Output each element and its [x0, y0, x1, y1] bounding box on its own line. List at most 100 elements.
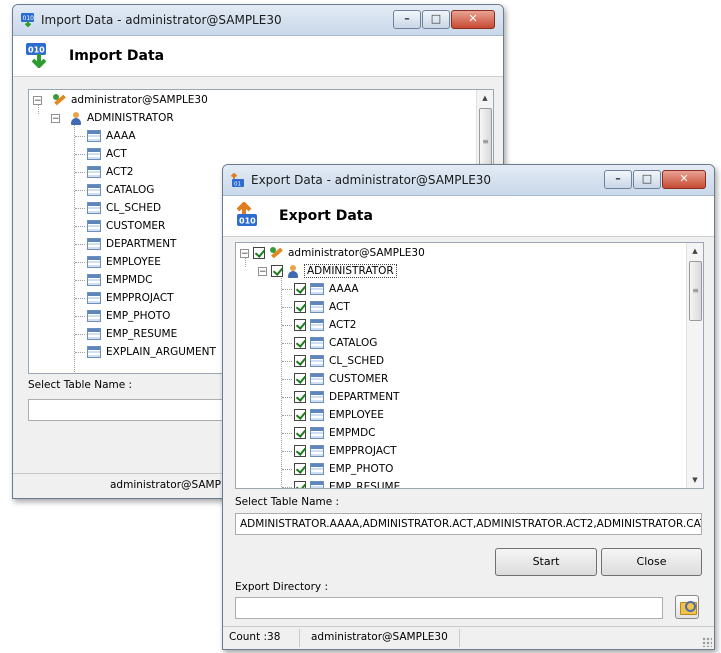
scroll-up-icon[interactable]: ▲: [477, 90, 493, 106]
connection-icon: [52, 93, 66, 107]
table-icon: [87, 346, 101, 358]
table-icon: [310, 283, 324, 295]
import-window-title: Import Data - administrator@SAMPLE30: [41, 13, 282, 27]
table-checkbox[interactable]: [294, 301, 306, 313]
svg-text:01: 01: [234, 182, 241, 188]
export-minimize-button[interactable]: –: [604, 170, 632, 189]
import-data-icon: 010: [26, 43, 47, 68]
export-tree-root[interactable]: − administrator@SAMPLE30: [240, 244, 425, 262]
table-label: EMPMDC: [106, 274, 153, 286]
table-row[interactable]: CL_SCHED: [87, 199, 161, 217]
resize-grip-icon[interactable]: [702, 637, 712, 647]
table-checkbox[interactable]: [294, 445, 306, 457]
connection-icon: [269, 246, 283, 260]
table-label: EMP_PHOTO: [329, 463, 394, 475]
export-tree-schema[interactable]: − ADMINISTRATOR: [258, 262, 397, 280]
table-icon: [87, 310, 101, 322]
table-label: ACT: [106, 148, 127, 160]
table-label: CATALOG: [329, 337, 378, 349]
table-row[interactable]: EMP_PHOTO: [294, 460, 393, 478]
table-checkbox[interactable]: [294, 427, 306, 439]
import-close-window-button[interactable]: ✕: [451, 10, 495, 29]
table-checkbox[interactable]: [294, 373, 306, 385]
table-row[interactable]: DEPARTMENT: [294, 388, 399, 406]
table-row[interactable]: EMP_PHOTO: [87, 307, 170, 325]
scroll-down-icon[interactable]: ▼: [687, 472, 703, 488]
table-row[interactable]: EMPLOYEE: [87, 253, 161, 271]
table-row[interactable]: EMP_RESUME: [87, 325, 177, 343]
collapse-icon[interactable]: −: [258, 266, 267, 276]
export-select-table-input[interactable]: ADMINISTRATOR.AAAA,ADMINISTRATOR.ACT,ADM…: [235, 513, 702, 535]
table-icon: [310, 337, 324, 349]
table-checkbox[interactable]: [294, 481, 306, 488]
close-button[interactable]: Close: [601, 548, 702, 576]
table-checkbox[interactable]: [294, 319, 306, 331]
table-checkbox[interactable]: [294, 283, 306, 295]
scroll-thumb[interactable]: ≡: [689, 261, 702, 321]
table-row[interactable]: EMPMDC: [87, 271, 153, 289]
table-row[interactable]: EMPPROJACT: [294, 442, 397, 460]
table-row[interactable]: CATALOG: [87, 181, 154, 199]
table-checkbox[interactable]: [294, 463, 306, 475]
import-header: 010 Import Data: [13, 36, 503, 77]
table-row[interactable]: ACT2: [87, 163, 133, 181]
table-icon: [310, 319, 324, 331]
export-tree[interactable]: − administrator@SAMPLE30 − ADMINISTRATOR…: [235, 242, 704, 489]
import-select-table-label: Select Table Name :: [28, 379, 133, 391]
export-tree-schema-label: ADMINISTRATOR: [304, 264, 397, 278]
export-status-connection: administrator@SAMPLE30: [311, 631, 448, 643]
import-maximize-button[interactable]: □: [422, 10, 450, 29]
table-checkbox[interactable]: [294, 337, 306, 349]
table-label: ACT2: [106, 166, 134, 178]
import-tree-root[interactable]: − administrator@SAMPLE30: [33, 91, 208, 109]
table-row[interactable]: AAAA: [87, 127, 136, 145]
export-tree-scrollbar[interactable]: ▲ ≡ ▼: [686, 243, 703, 488]
table-label: EMPPROJACT: [106, 292, 174, 304]
scroll-up-icon[interactable]: ▲: [687, 243, 703, 259]
export-directory-input[interactable]: [235, 597, 663, 619]
table-icon: [87, 274, 101, 286]
table-checkbox[interactable]: [294, 391, 306, 403]
table-row[interactable]: CATALOG: [294, 334, 377, 352]
root-checkbox[interactable]: [253, 247, 265, 259]
table-icon: [310, 355, 324, 367]
table-icon: [310, 301, 324, 313]
import-tree-root-label: administrator@SAMPLE30: [71, 94, 208, 106]
table-row[interactable]: ACT: [294, 298, 350, 316]
import-title-bar[interactable]: 010 Import Data - administrator@SAMPLE30…: [13, 5, 503, 36]
table-label: AAAA: [106, 130, 136, 142]
table-row[interactable]: EMPLOYEE: [294, 406, 384, 424]
table-row[interactable]: DEPARTMENT: [87, 235, 176, 253]
table-row[interactable]: EMPPROJACT: [87, 289, 174, 307]
start-button[interactable]: Start: [495, 548, 597, 576]
collapse-icon[interactable]: −: [240, 248, 249, 258]
table-row[interactable]: ACT: [87, 145, 127, 163]
table-row[interactable]: EMP_RESUME: [294, 478, 400, 488]
table-row[interactable]: CL_SCHED: [294, 352, 384, 370]
table-row[interactable]: CUSTOMER: [294, 370, 388, 388]
import-minimize-button[interactable]: –: [393, 10, 421, 29]
export-title-bar[interactable]: 01 Export Data - administrator@SAMPLE30 …: [223, 165, 714, 196]
table-row[interactable]: EMPMDC: [294, 424, 376, 442]
import-window-icon: 010: [21, 13, 34, 27]
browse-folder-button[interactable]: [675, 595, 699, 619]
table-checkbox[interactable]: [294, 409, 306, 421]
minimize-icon: –: [404, 12, 410, 25]
export-select-table-label: Select Table Name :: [235, 496, 340, 508]
export-window-title: Export Data - administrator@SAMPLE30: [251, 173, 492, 187]
collapse-icon[interactable]: −: [51, 113, 60, 123]
schema-checkbox[interactable]: [271, 265, 283, 277]
table-row[interactable]: ACT2: [294, 316, 356, 334]
collapse-icon[interactable]: −: [33, 95, 42, 105]
import-tree-schema[interactable]: − ADMINISTRATOR: [51, 109, 174, 127]
table-row[interactable]: CUSTOMER: [87, 217, 165, 235]
table-checkbox[interactable]: [294, 355, 306, 367]
table-row[interactable]: AAAA: [294, 280, 359, 298]
table-label: CUSTOMER: [106, 220, 166, 232]
export-close-window-button[interactable]: ✕: [662, 170, 706, 189]
export-header-title: Export Data: [279, 208, 373, 224]
export-maximize-button[interactable]: □: [633, 170, 661, 189]
table-row[interactable]: EXPLAIN_ARGUMENT: [87, 343, 216, 361]
table-icon: [310, 481, 324, 488]
table-label: EMPPROJACT: [329, 445, 397, 457]
